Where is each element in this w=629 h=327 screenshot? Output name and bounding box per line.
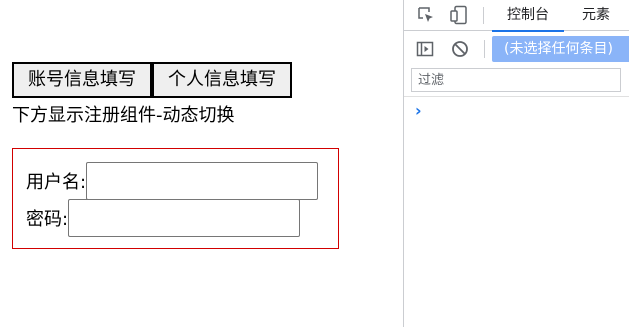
password-label: 密码: <box>26 209 69 230</box>
password-input[interactable] <box>68 199 301 237</box>
tab-console[interactable]: 控制台 <box>492 0 564 32</box>
console-prompt-icon: › <box>415 101 422 120</box>
tab-buttons: 账号信息填写 个人信息填写 <box>12 62 292 98</box>
screen: 账号信息填写 个人信息填写 下方显示注册组件-动态切换 用户名: 密码: 控制台… <box>0 0 629 327</box>
username-input[interactable] <box>86 162 319 200</box>
console-toolbar-divider <box>484 40 485 58</box>
context-selector[interactable]: (未选择任何条目) <box>492 36 629 62</box>
console-output[interactable]: › <box>404 96 629 327</box>
tab-elements[interactable]: 元素 <box>568 0 624 30</box>
account-info-tab-button[interactable]: 账号信息填写 <box>12 62 152 98</box>
username-row: 用户名: <box>26 162 319 200</box>
sidebar-toggle-icon[interactable] <box>415 39 435 59</box>
console-toolbar: (未选择任何条目) <box>404 32 629 66</box>
inspect-element-icon[interactable] <box>416 5 436 25</box>
component-hint-text: 下方显示注册组件-动态切换 <box>12 105 235 126</box>
password-row: 密码: <box>26 199 301 237</box>
username-label: 用户名: <box>26 172 87 193</box>
toolbar-divider <box>483 7 484 24</box>
devtools-toolbar: 控制台 元素 <box>404 0 629 32</box>
device-toolbar-icon[interactable] <box>448 4 470 26</box>
registration-form: 用户名: 密码: <box>12 148 339 249</box>
personal-info-tab-button[interactable]: 个人信息填写 <box>152 62 292 98</box>
devtools-panel: 控制台 元素 (未选择任何条目) 过滤 › <box>403 0 629 327</box>
console-filter-input[interactable] <box>411 68 621 92</box>
clear-console-icon[interactable] <box>450 39 470 59</box>
page-content: 账号信息填写 个人信息填写 下方显示注册组件-动态切换 用户名: 密码: <box>0 0 403 327</box>
